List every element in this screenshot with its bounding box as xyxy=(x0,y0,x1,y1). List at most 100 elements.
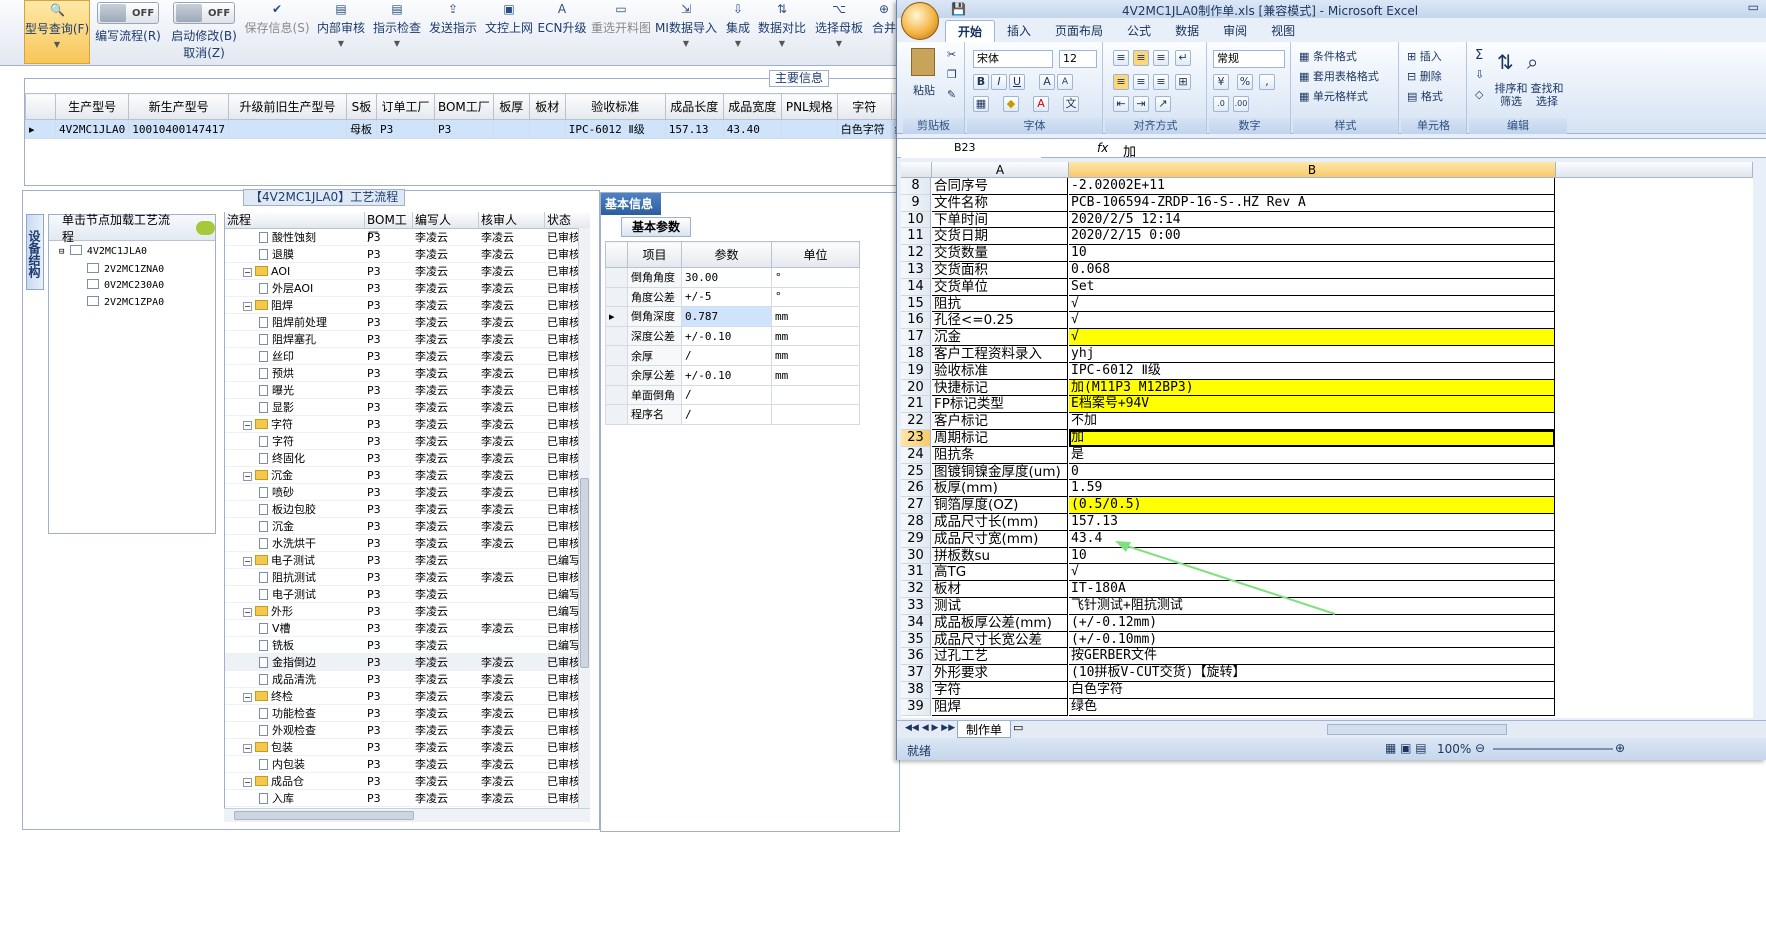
cell-a[interactable]: 铜箔厚度(OZ) xyxy=(932,497,1068,514)
toggle-switch[interactable]: OFF xyxy=(97,2,159,24)
sort-filter-button[interactable]: 排序和筛选 xyxy=(1493,82,1529,108)
cell-a[interactable]: 孔径<=0.25 xyxy=(932,312,1068,330)
grow-font-icon[interactable]: A xyxy=(1039,74,1055,90)
row-header[interactable]: 11 xyxy=(901,228,931,246)
integrate-button[interactable]: ⇩ 集成 ▼ xyxy=(724,0,752,64)
table-row[interactable]: 余厚公差 +/-0.10 mm xyxy=(605,364,860,386)
start-modify-toggle[interactable]: OFF 启动修改(B) 取消(Z) xyxy=(171,0,237,64)
table-row[interactable]: 角度公差 +/-5 ° xyxy=(605,286,860,308)
function-icon[interactable]: fx xyxy=(1097,141,1108,155)
row-header[interactable]: 20 xyxy=(901,379,931,397)
row-header[interactable]: 15 xyxy=(901,295,931,313)
cell-a[interactable]: 成品尺寸长宽公差 xyxy=(932,631,1068,649)
cell-b[interactable]: PCB-106594-ZRDP-16-S-.HZ Rev A xyxy=(1069,194,1555,212)
zoom-level[interactable]: 100% xyxy=(1437,742,1471,756)
list-item[interactable]: − 字符 P3 李凌云 李凌云 已审核 xyxy=(225,416,590,433)
cell-a[interactable]: 下单时间 xyxy=(932,211,1068,229)
delete-cells-button[interactable]: ⊟ 删除 xyxy=(1407,68,1442,84)
cell-b[interactable]: yhj xyxy=(1069,346,1555,363)
formula-input[interactable]: 加 xyxy=(1123,141,1136,160)
column-header[interactable]: 字符 xyxy=(836,93,892,120)
table-cell[interactable]: P3 xyxy=(433,119,494,139)
row-header[interactable]: 12 xyxy=(901,245,931,262)
column-header[interactable]: S板 xyxy=(345,93,377,120)
cell-b[interactable]: 157.13 xyxy=(1069,514,1555,531)
font-color-icon[interactable]: A xyxy=(1033,96,1049,112)
bold-icon[interactable]: B xyxy=(973,74,989,90)
list-item[interactable]: 外层AOI P3 李凌云 李凌云 已审核 xyxy=(225,280,590,297)
row-header[interactable]: 10 xyxy=(901,211,931,229)
cell-a[interactable]: 阻焊 xyxy=(932,698,1068,716)
font-name-select[interactable]: 宋体 xyxy=(973,50,1053,68)
list-item[interactable]: 内包装 P3 李凌云 李凌云 已审核 xyxy=(225,756,590,773)
row-header[interactable]: 22 xyxy=(901,413,931,430)
find-select-button[interactable]: 查找和选择 xyxy=(1529,82,1565,108)
row-header[interactable]: 18 xyxy=(901,346,931,363)
cell-b[interactable]: 10 xyxy=(1069,245,1555,262)
fill-icon[interactable]: ⇩ xyxy=(1475,68,1484,81)
font-size-select[interactable]: 12 xyxy=(1059,50,1097,68)
currency-icon[interactable]: ¥ xyxy=(1213,74,1229,90)
cell-b[interactable]: IPC-6012 Ⅱ级 xyxy=(1069,362,1555,380)
row-header[interactable]: 28 xyxy=(901,514,931,531)
cell-b[interactable]: E档案号+94V xyxy=(1069,396,1555,414)
collapse-icon[interactable]: − xyxy=(243,268,252,277)
reopen-panel-button[interactable]: ▭ 重选开料图 xyxy=(591,0,651,64)
list-item[interactable]: 阻焊塞孔 P3 李凌云 李凌云 已审核 xyxy=(225,331,590,348)
row-header[interactable]: 16 xyxy=(901,312,931,330)
cell-b[interactable]: 加(M11P3 M12BP3) xyxy=(1069,379,1555,397)
table-cell[interactable]: 4V2MC1JLA0 xyxy=(54,119,130,139)
paste-icon[interactable] xyxy=(911,48,935,76)
cell-b[interactable]: 0 xyxy=(1069,463,1555,481)
row-header[interactable]: 25 xyxy=(901,463,931,481)
cell-a[interactable]: 交货日期 xyxy=(932,228,1068,246)
table-row[interactable]: 单面倒角 / xyxy=(605,384,860,406)
row-header[interactable]: 27 xyxy=(901,497,931,514)
list-item[interactable]: − 外形 P3 李凌云 已编写 xyxy=(225,603,590,620)
percent-icon[interactable]: % xyxy=(1237,74,1253,90)
table-cell[interactable]: 母板 xyxy=(345,119,377,139)
cell-a[interactable]: 成品板厚公差(mm) xyxy=(932,614,1068,632)
list-item[interactable]: 终固化 P3 李凌云 李凌云 已审核 xyxy=(225,450,590,467)
list-item[interactable]: 字符 P3 李凌云 李凌云 已审核 xyxy=(225,433,590,450)
row-header[interactable]: 29 xyxy=(901,530,931,548)
cell-b[interactable]: 1.59 xyxy=(1069,480,1555,498)
zoom-out-icon[interactable]: ⊖ xyxy=(1475,741,1485,755)
cell-b[interactable]: 0.068 xyxy=(1069,262,1555,279)
format-cells-button[interactable]: ▤ 格式 xyxy=(1407,88,1443,104)
wrap-text-icon[interactable]: ↵ xyxy=(1175,50,1191,66)
indicator-check-button[interactable]: ▤ 指示检查 ▼ xyxy=(373,0,421,64)
collapse-icon[interactable]: − xyxy=(243,693,252,702)
cell-a[interactable]: 交货数量 xyxy=(932,245,1068,262)
table-row[interactable]: 余厚 / mm xyxy=(605,345,860,366)
cell-a[interactable]: 客户标记 xyxy=(932,413,1068,430)
list-item[interactable]: 曝光 P3 李凌云 李凌云 已审核 xyxy=(225,382,590,399)
param-value[interactable]: / xyxy=(681,345,772,366)
view-mode-icons[interactable]: ▦ ▣ ▤ xyxy=(1385,741,1427,755)
table-cell[interactable]: P3 xyxy=(375,119,435,139)
doc-upload-button[interactable]: ▣ 文控上网 xyxy=(485,0,533,64)
cell-b[interactable]: 加 xyxy=(1069,430,1555,447)
param-value[interactable]: 0.787 xyxy=(681,306,772,327)
clear-icon[interactable]: ◇ xyxy=(1475,88,1483,101)
ribbon-tab[interactable]: 视图 xyxy=(1259,20,1307,42)
paste-button[interactable]: 粘贴 xyxy=(913,82,935,98)
save-button[interactable]: ✔ 保存信息(S) xyxy=(245,0,310,64)
cancel-button[interactable]: 取消(Z) xyxy=(183,44,225,61)
list-item[interactable]: 丝印 P3 李凌云 李凌云 已审核 xyxy=(225,348,590,365)
cell-a[interactable]: 拼板数su xyxy=(932,547,1068,565)
orientation-icon[interactable]: ↗ xyxy=(1155,96,1171,112)
cell-b[interactable]: 按GERBER文件 xyxy=(1069,648,1555,666)
cell-b[interactable]: 2020/2/15 0:00 xyxy=(1069,228,1555,246)
ribbon-tab[interactable]: 公式 xyxy=(1115,20,1163,42)
list-item[interactable]: 电子测试 P3 李凌云 已编写 xyxy=(225,586,590,603)
cell-style-button[interactable]: ▦ 单元格样式 xyxy=(1299,88,1368,104)
data-compare-button[interactable]: ⇅ 数据对比 ▼ xyxy=(758,0,806,64)
increase-decimal-icon[interactable]: .0 xyxy=(1213,96,1229,112)
cell-a[interactable]: 板材 xyxy=(932,581,1068,598)
row-header[interactable]: 24 xyxy=(901,446,931,464)
cell-b[interactable]: 是 xyxy=(1069,446,1555,464)
list-item[interactable]: 显影 P3 李凌云 李凌云 已审核 xyxy=(225,399,590,416)
list-item[interactable]: − 成品仓 P3 李凌云 李凌云 已审核 xyxy=(225,773,590,790)
cell-a[interactable]: 周期标记 xyxy=(932,430,1068,447)
